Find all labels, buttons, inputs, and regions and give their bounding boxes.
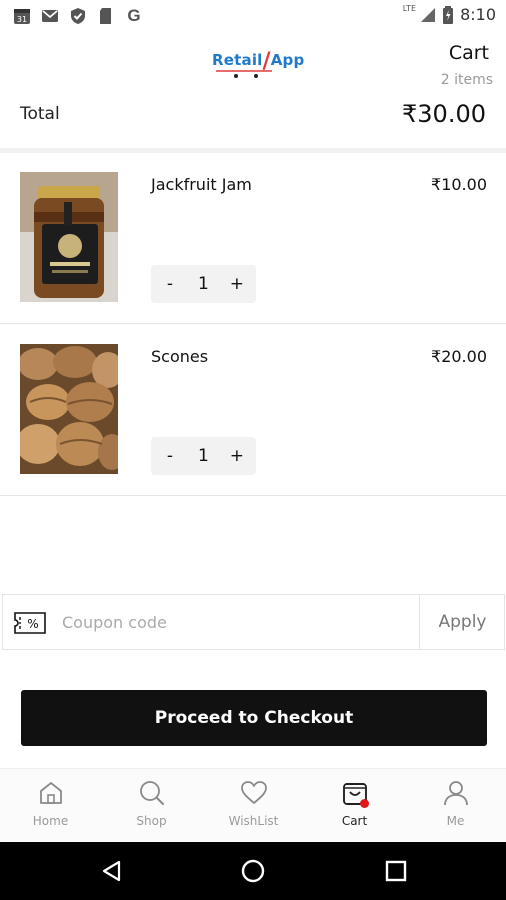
back-triangle-icon [102, 860, 121, 882]
increment-button[interactable]: + [230, 446, 244, 466]
cart-logo-icon [216, 70, 272, 78]
quantity-value: 1 [197, 274, 209, 294]
svg-text:%: % [27, 617, 38, 631]
quantity-stepper: - 1 + [151, 265, 256, 303]
coupon-code-input[interactable] [56, 600, 426, 644]
header-divider [0, 148, 506, 153]
page-title: Cart [448, 42, 489, 64]
cart-item-count: 2 items [440, 72, 493, 88]
item-divider [0, 495, 506, 496]
svg-text:31: 31 [17, 15, 27, 24]
cart-bag-icon [340, 778, 370, 808]
jackfruit-jam-image[interactable] [20, 172, 118, 302]
total-label: Total [20, 104, 60, 124]
quantity-value: 1 [197, 446, 209, 466]
nav-label: WishList [228, 814, 279, 828]
back-button[interactable] [82, 842, 142, 900]
status-bar: 31 G LTE 8:10 [0, 0, 506, 32]
nav-label: Home [32, 814, 69, 828]
recents-button[interactable] [366, 842, 426, 900]
home-system-button[interactable] [223, 842, 283, 900]
clock: 8:10 [460, 5, 496, 24]
check-shield-icon [68, 6, 88, 26]
increment-button[interactable]: + [230, 274, 244, 294]
decrement-button[interactable]: - [163, 446, 177, 466]
apply-coupon-button[interactable]: Apply [420, 594, 505, 650]
coupon-percent-icon: % [14, 612, 46, 634]
nav-wishlist[interactable]: WishList [203, 774, 304, 838]
proceed-to-checkout-button[interactable]: Proceed to Checkout [21, 690, 487, 746]
nav-label: Cart [341, 814, 368, 828]
user-icon [441, 778, 471, 808]
google-icon: G [127, 6, 141, 25]
lte-label: LTE [402, 4, 417, 13]
item-name[interactable]: Jackfruit Jam [151, 175, 252, 194]
item-name[interactable]: Scones [151, 347, 208, 366]
heart-icon [239, 778, 269, 808]
battery-icon [443, 5, 454, 24]
nav-me[interactable]: Me [405, 774, 506, 838]
item-price: ₹10.00 [431, 175, 487, 194]
nav-label: Shop [136, 814, 167, 828]
recents-square-icon [385, 860, 407, 882]
item-divider [0, 323, 506, 324]
nav-shop[interactable]: Shop [101, 774, 202, 838]
retail-app-logo: Retail/App [212, 51, 304, 78]
search-icon [137, 778, 167, 808]
calendar-icon: 31 [12, 6, 32, 26]
total-value: ₹30.00 [402, 100, 486, 128]
item-price: ₹20.00 [431, 347, 487, 366]
sd-card-icon [96, 6, 116, 26]
system-status: LTE 8:10 [401, 4, 496, 24]
gmail-icon [40, 6, 60, 26]
notification-icons: 31 G [12, 6, 144, 26]
scones-image[interactable] [20, 344, 118, 474]
decrement-button[interactable]: - [163, 274, 177, 294]
quantity-stepper: - 1 + [151, 437, 256, 475]
nav-cart[interactable]: Cart [304, 774, 405, 838]
home-icon [36, 778, 66, 808]
nav-home[interactable]: Home [0, 774, 101, 838]
cart-badge-dot [359, 799, 369, 808]
home-circle-icon [241, 859, 265, 883]
signal-icon [421, 7, 436, 22]
nav-label: Me [446, 814, 465, 828]
